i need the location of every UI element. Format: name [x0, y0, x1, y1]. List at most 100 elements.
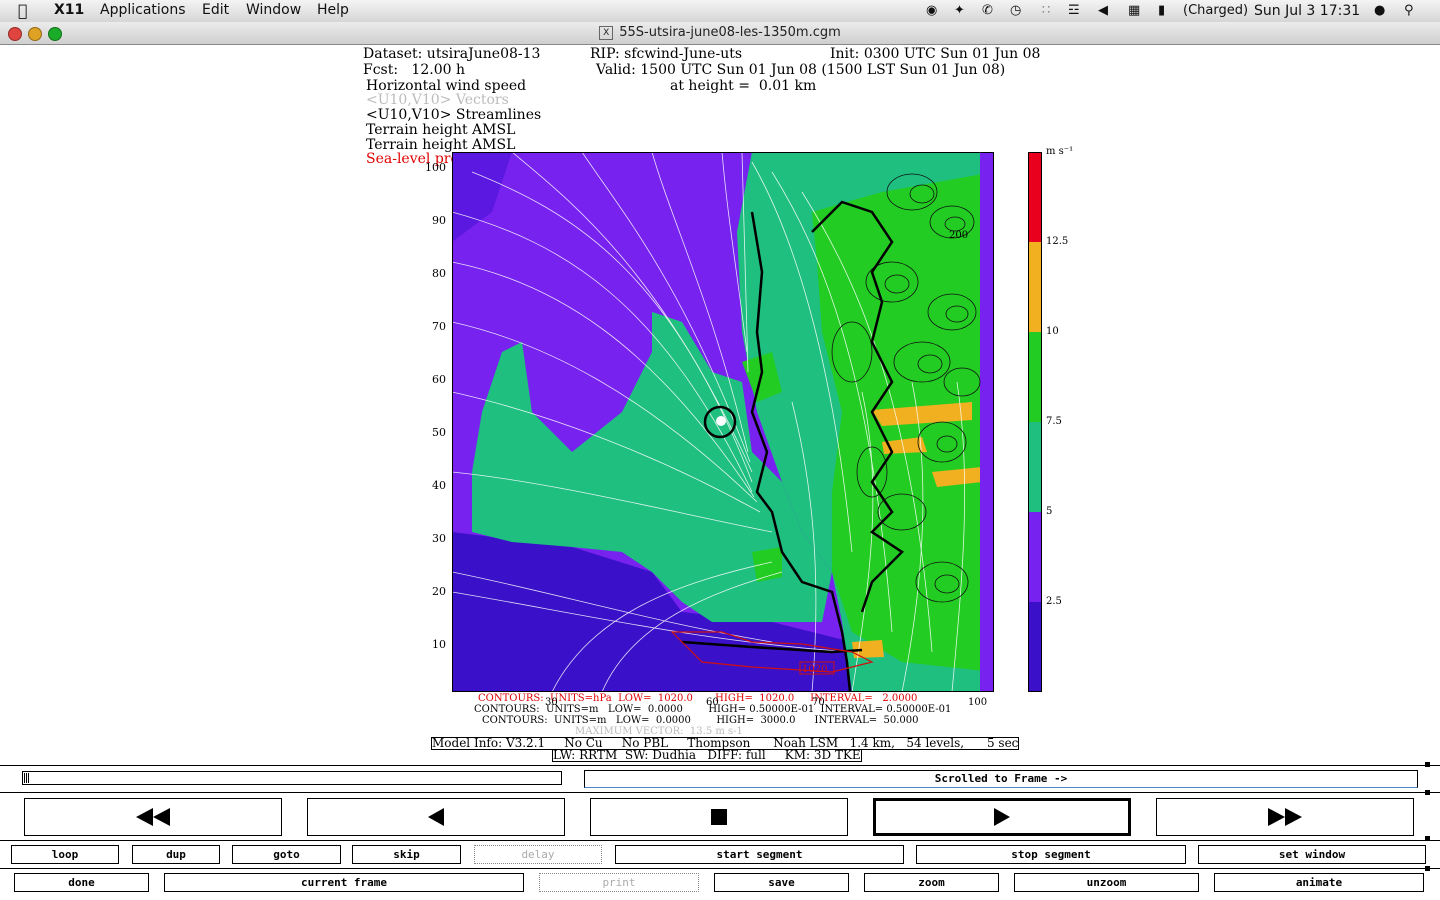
skip-button[interactable]: skip: [352, 845, 461, 864]
y-tick-label: 60: [432, 373, 446, 386]
header-field-terrain-2: Terrain height AMSL: [366, 137, 516, 153]
colorbar-segment: [1028, 332, 1042, 422]
colorbar-tick: 12.5: [1046, 236, 1069, 247]
x-tick-label: 30: [545, 697, 558, 708]
time-machine-icon[interactable]: ◷: [1010, 3, 1021, 18]
y-tick-label: 40: [432, 479, 446, 492]
window-titlebar: X 55S-utsira-june08-les-1350m.cgm: [0, 22, 1440, 45]
calendar-icon[interactable]: ▦: [1128, 3, 1140, 18]
colorbar-segment: [1028, 602, 1042, 692]
battery-status: (Charged): [1183, 3, 1249, 18]
colorbar-segment: [1028, 242, 1042, 332]
user-icon[interactable]: ●: [1374, 3, 1385, 18]
panel-divider: [0, 792, 1440, 793]
header-field-streamlines: <U10,V10> Streamlines: [366, 107, 542, 123]
menu-edit[interactable]: Edit: [202, 2, 229, 18]
y-tick-label: 10: [432, 638, 446, 651]
status-field: Scrolled to Frame ->: [584, 770, 1418, 788]
current-frame-button[interactable]: current frame: [164, 873, 524, 892]
x-tick-label: 100: [968, 697, 988, 708]
field-fill-edge: [980, 152, 994, 692]
play-icon: [994, 808, 1010, 826]
play-button[interactable]: [873, 798, 1131, 836]
header-fcst: Fcst: 12.00 h: [363, 62, 465, 78]
header-dataset: Dataset: utsiraJune08-13: [363, 46, 541, 62]
menu-help[interactable]: Help: [317, 2, 349, 18]
field-fill-10to12: [852, 640, 884, 658]
apple-menu-icon[interactable]: : [18, 1, 28, 20]
save-button[interactable]: save: [714, 873, 849, 892]
scrollbar-thumb[interactable]: [24, 773, 30, 783]
window-title-text: 55S-utsira-june08-les-1350m.cgm: [619, 25, 841, 40]
y-tick-label: 50: [432, 426, 446, 439]
app-menu[interactable]: X11: [54, 2, 84, 18]
footer-model-physics: LW: RRTM SW: Dudhia DIFF: full KM: 3D TK…: [552, 748, 862, 762]
y-tick-label: 20: [432, 585, 446, 598]
start-segment-button[interactable]: start segment: [615, 845, 904, 864]
header-rip: RIP: sfcwind-June-uts: [590, 46, 743, 62]
x-tick-label: 60: [706, 697, 719, 708]
step-back-button[interactable]: [307, 798, 565, 836]
menu-window[interactable]: Window: [246, 2, 301, 18]
colorbar-tick: 5: [1046, 506, 1053, 517]
unzoom-button[interactable]: unzoom: [1014, 873, 1199, 892]
panel-divider: [0, 765, 1440, 766]
spotlight-search-icon[interactable]: ⚲: [1404, 3, 1414, 18]
header-field-vectors: <U10,V10> Vectors: [366, 92, 509, 108]
stop-segment-button[interactable]: stop segment: [916, 845, 1186, 864]
rewind-icon: [136, 808, 170, 826]
colorbar: [1028, 152, 1042, 692]
wifi-icon[interactable]: ☲: [1068, 3, 1080, 18]
menubar-clock[interactable]: Sun Jul 3 17:31: [1254, 3, 1360, 19]
menu-bar:  X11 Applications Edit Window Help ◉ ✦ …: [0, 0, 1440, 23]
set-window-button[interactable]: set window: [1198, 845, 1426, 864]
animate-button[interactable]: animate: [1214, 873, 1424, 892]
status-app-icon[interactable]: ◉: [926, 3, 937, 18]
rewind-button[interactable]: [24, 798, 282, 836]
x-tick-label: 70: [812, 697, 825, 708]
terrain-label: 200: [949, 230, 968, 241]
stop-button[interactable]: [590, 798, 848, 836]
colorbar-segment: [1028, 422, 1042, 512]
volume-icon[interactable]: ◀: [1098, 3, 1108, 18]
colorbar-tick: 2.5: [1046, 596, 1062, 607]
wind-speed-map: 1020 200: [452, 152, 994, 692]
print-button[interactable]: print: [539, 873, 699, 892]
loop-button[interactable]: loop: [11, 845, 119, 864]
header-height: at height = 0.01 km: [670, 78, 817, 94]
header-field-wind-speed: Horizontal wind speed: [366, 78, 527, 94]
stop-icon: [711, 809, 727, 825]
goto-button[interactable]: goto: [232, 845, 341, 864]
footer-contours-m2: CONTOURS: UNITS=m LOW= 0.0000 HIGH= 3000…: [482, 715, 919, 726]
frame-scrollbar[interactable]: [22, 771, 562, 785]
x11-icon: X: [599, 26, 614, 40]
header-field-terrain-1: Terrain height AMSL: [366, 122, 516, 138]
menu-applications[interactable]: Applications: [100, 2, 186, 18]
done-button[interactable]: done: [14, 873, 149, 892]
colorbar-unit: m s⁻¹: [1046, 146, 1074, 157]
network-icon[interactable]: ✦: [954, 3, 965, 18]
panel-divider: [0, 868, 1440, 869]
header-valid: Valid: 1500 UTC Sun 01 Jun 08 (1500 LST …: [596, 62, 1006, 78]
battery-icon[interactable]: ▮: [1158, 3, 1165, 18]
colorbar-segment: [1028, 152, 1042, 242]
dup-button[interactable]: dup: [132, 845, 220, 864]
panel-divider: [0, 840, 1440, 841]
bluetooth-icon[interactable]: ∷: [1042, 3, 1050, 18]
step-back-icon: [428, 808, 444, 826]
fast-forward-icon: [1268, 808, 1302, 826]
colorbar-tick: 10: [1046, 326, 1059, 337]
header-init: Init: 0300 UTC Sun 01 Jun 08: [830, 46, 1041, 62]
zoom-frame-button[interactable]: zoom: [864, 873, 999, 892]
colorbar-segment: [1028, 512, 1042, 602]
site-marker: [716, 416, 726, 426]
footer-contours-slp: CONTOURS: UNITS=hPa LOW= 1020.0 HIGH= 10…: [478, 693, 918, 704]
y-tick-label: 90: [432, 214, 446, 227]
y-tick-label: 100: [425, 161, 446, 174]
delay-button[interactable]: delay: [474, 845, 602, 864]
y-tick-label: 70: [432, 320, 446, 333]
window-title: X 55S-utsira-june08-les-1350m.cgm: [0, 25, 1440, 40]
phone-icon[interactable]: ✆: [982, 3, 993, 18]
fast-forward-button[interactable]: [1156, 798, 1414, 836]
resize-handle[interactable]: [1425, 762, 1430, 767]
